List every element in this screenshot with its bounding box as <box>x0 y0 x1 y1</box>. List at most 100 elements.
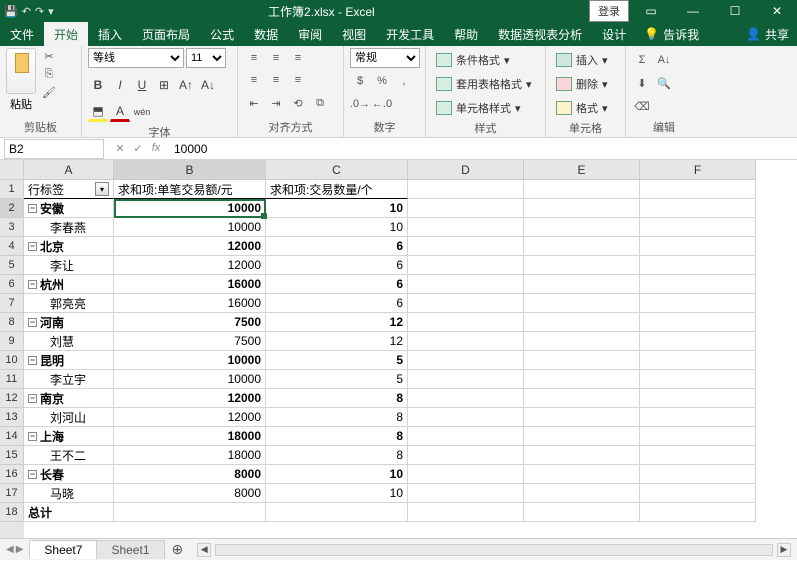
comma-button[interactable]: , <box>394 71 414 91</box>
cell[interactable]: 10 <box>266 484 408 503</box>
decrease-decimal-button[interactable]: ←.0 <box>372 94 392 114</box>
sheet-tab-sheet7[interactable]: Sheet7 <box>29 540 97 559</box>
pivot-header-E[interactable] <box>524 180 640 199</box>
decrease-indent-button[interactable]: ⇤ <box>244 93 264 113</box>
cell[interactable] <box>266 503 408 522</box>
cell[interactable]: −上海 <box>24 427 114 446</box>
hscroll-right-icon[interactable]: ▶ <box>777 543 791 557</box>
fill-color-button[interactable]: ⬒ <box>88 102 108 122</box>
cell[interactable] <box>524 294 640 313</box>
cell[interactable]: 10000 <box>114 370 266 389</box>
tab-home[interactable]: 开始 <box>44 22 88 46</box>
tab-insert[interactable]: 插入 <box>88 22 132 46</box>
row-header[interactable]: 8 <box>0 313 24 332</box>
cell[interactable] <box>640 427 756 446</box>
tab-file[interactable]: 文件 <box>0 22 44 46</box>
cell[interactable]: 8 <box>266 446 408 465</box>
tab-nav-prev-icon[interactable]: ◀ <box>6 544 14 555</box>
pivot-header-C[interactable]: 求和项:交易数量/个 <box>266 180 408 199</box>
cell[interactable]: 8000 <box>114 484 266 503</box>
cell[interactable]: −南京 <box>24 389 114 408</box>
cell[interactable] <box>524 465 640 484</box>
cell[interactable] <box>640 275 756 294</box>
format-as-table-button[interactable]: 套用表格格式▾ <box>432 74 536 94</box>
cell[interactable]: 8 <box>266 427 408 446</box>
find-select-button[interactable]: 🔍 <box>654 73 674 93</box>
tab-help[interactable]: 帮助 <box>444 22 488 46</box>
cell[interactable]: 5 <box>266 370 408 389</box>
filter-icon[interactable]: ▾ <box>95 182 109 196</box>
cell[interactable]: 10 <box>266 465 408 484</box>
percent-button[interactable]: % <box>372 71 392 91</box>
align-right-button[interactable]: ≡ <box>288 70 308 90</box>
cell[interactable]: 马晓 <box>24 484 114 503</box>
cell[interactable] <box>524 218 640 237</box>
font-name-select[interactable]: 等线 <box>88 48 184 68</box>
format-painter-icon[interactable]: 🖌 <box>40 84 58 100</box>
tab-formulas[interactable]: 公式 <box>200 22 244 46</box>
col-header-B[interactable]: B <box>114 160 266 180</box>
cell[interactable] <box>524 351 640 370</box>
col-header-A[interactable]: A <box>24 160 114 180</box>
collapse-icon[interactable]: − <box>28 394 37 403</box>
qat-more-icon[interactable]: ▾ <box>48 5 54 18</box>
row-header[interactable]: 7 <box>0 294 24 313</box>
cell[interactable]: −北京 <box>24 237 114 256</box>
cell[interactable]: 10000 <box>114 351 266 370</box>
cell[interactable]: 7500 <box>114 332 266 351</box>
cell[interactable]: 12000 <box>114 408 266 427</box>
cell[interactable]: −长春 <box>24 465 114 484</box>
align-center-button[interactable]: ≡ <box>266 70 286 90</box>
cell[interactable]: 8000 <box>114 465 266 484</box>
cell[interactable] <box>408 313 524 332</box>
row-header[interactable]: 11 <box>0 370 24 389</box>
fill-button[interactable]: ⬇ <box>632 73 652 93</box>
cell[interactable]: 6 <box>266 256 408 275</box>
collapse-icon[interactable]: − <box>28 470 37 479</box>
pivot-header-B[interactable]: 求和项:单笔交易额/元 <box>114 180 266 199</box>
cell[interactable]: −河南 <box>24 313 114 332</box>
cell[interactable] <box>640 237 756 256</box>
cell[interactable] <box>524 389 640 408</box>
cell[interactable] <box>408 237 524 256</box>
cut-icon[interactable]: ✂ <box>40 48 58 64</box>
col-header-C[interactable]: C <box>266 160 408 180</box>
cell[interactable] <box>640 199 756 218</box>
collapse-icon[interactable]: − <box>28 356 37 365</box>
enter-formula-icon[interactable]: ✓ <box>130 142 146 155</box>
row-header[interactable]: 16 <box>0 465 24 484</box>
cell[interactable] <box>408 351 524 370</box>
cell[interactable] <box>640 294 756 313</box>
tab-dev[interactable]: 开发工具 <box>376 22 444 46</box>
cell[interactable]: 12000 <box>114 256 266 275</box>
pivot-header-D[interactable] <box>408 180 524 199</box>
cell[interactable] <box>640 313 756 332</box>
cell[interactable]: 18000 <box>114 446 266 465</box>
cell[interactable] <box>408 332 524 351</box>
cell[interactable]: 总计 <box>24 503 114 522</box>
undo-icon[interactable]: ↶ <box>22 5 31 18</box>
cell[interactable]: 郭亮亮 <box>24 294 114 313</box>
cell[interactable]: 李春燕 <box>24 218 114 237</box>
cell[interactable]: 16000 <box>114 275 266 294</box>
cell[interactable] <box>524 256 640 275</box>
cell[interactable] <box>408 389 524 408</box>
cell[interactable]: −杭州 <box>24 275 114 294</box>
cell-styles-button[interactable]: 单元格样式▾ <box>432 98 525 118</box>
grow-font-button[interactable]: A↑ <box>176 75 196 95</box>
autosum-button[interactable]: Σ <box>632 50 652 70</box>
number-format-select[interactable]: 常规 <box>350 48 420 68</box>
increase-decimal-button[interactable]: .0→ <box>350 94 370 114</box>
share-button[interactable]: 👤共享 <box>738 22 797 46</box>
cell[interactable]: 12000 <box>114 389 266 408</box>
cell[interactable]: −昆明 <box>24 351 114 370</box>
conditional-format-button[interactable]: 条件格式▾ <box>432 50 514 70</box>
border-button[interactable]: ⊞ <box>154 75 174 95</box>
delete-cells-button[interactable]: 删除▾ <box>552 74 612 94</box>
cell[interactable]: 16000 <box>114 294 266 313</box>
tab-pivot-analyze[interactable]: 数据透视表分析 <box>488 22 592 46</box>
phonetic-button[interactable]: wén <box>132 102 152 122</box>
align-bottom-button[interactable]: ≡ <box>288 48 308 68</box>
italic-button[interactable]: I <box>110 75 130 95</box>
cancel-formula-icon[interactable]: ✕ <box>112 142 128 155</box>
